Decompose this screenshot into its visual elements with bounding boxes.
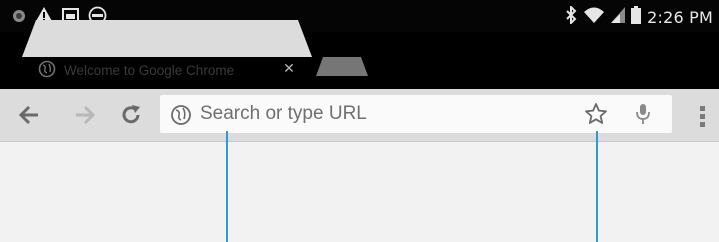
new-tab-button[interactable] (316, 57, 368, 76)
tab-close-icon[interactable]: ✕ (281, 60, 297, 78)
cellular-signal-icon (611, 6, 626, 28)
browser-toolbar (0, 89, 719, 142)
battery-icon (631, 6, 642, 28)
globe-icon (170, 104, 192, 130)
forward-arrow-icon (76, 105, 96, 125)
bluetooth-icon (565, 4, 577, 28)
search-input[interactable] (200, 99, 570, 129)
overflow-menu-icon[interactable] (692, 101, 712, 131)
tab-title: Welcome to Google Chrome (64, 63, 235, 78)
tab-welcome[interactable] (22, 20, 312, 57)
wifi-icon (583, 6, 605, 28)
reload-button[interactable] (114, 97, 148, 133)
android-tablet-screen: 2:26 PM Welcome to Google Chrome ✕ (0, 0, 719, 242)
page-content (0, 142, 719, 242)
forward-button[interactable] (68, 97, 102, 133)
omnibox-callout-line (226, 131, 228, 242)
star-icon[interactable] (584, 102, 608, 130)
clock: 2:26 PM (647, 7, 713, 27)
system-icons: 2:26 PM (565, 4, 713, 28)
globe-icon (38, 60, 56, 82)
microphone-icon[interactable] (634, 102, 652, 130)
app-notification-icon (12, 8, 26, 27)
omnibox[interactable] (160, 95, 672, 133)
back-button[interactable] (12, 97, 46, 133)
reload-icon (122, 105, 140, 124)
back-arrow-icon (18, 105, 38, 125)
bookmark-callout-line (596, 131, 598, 242)
